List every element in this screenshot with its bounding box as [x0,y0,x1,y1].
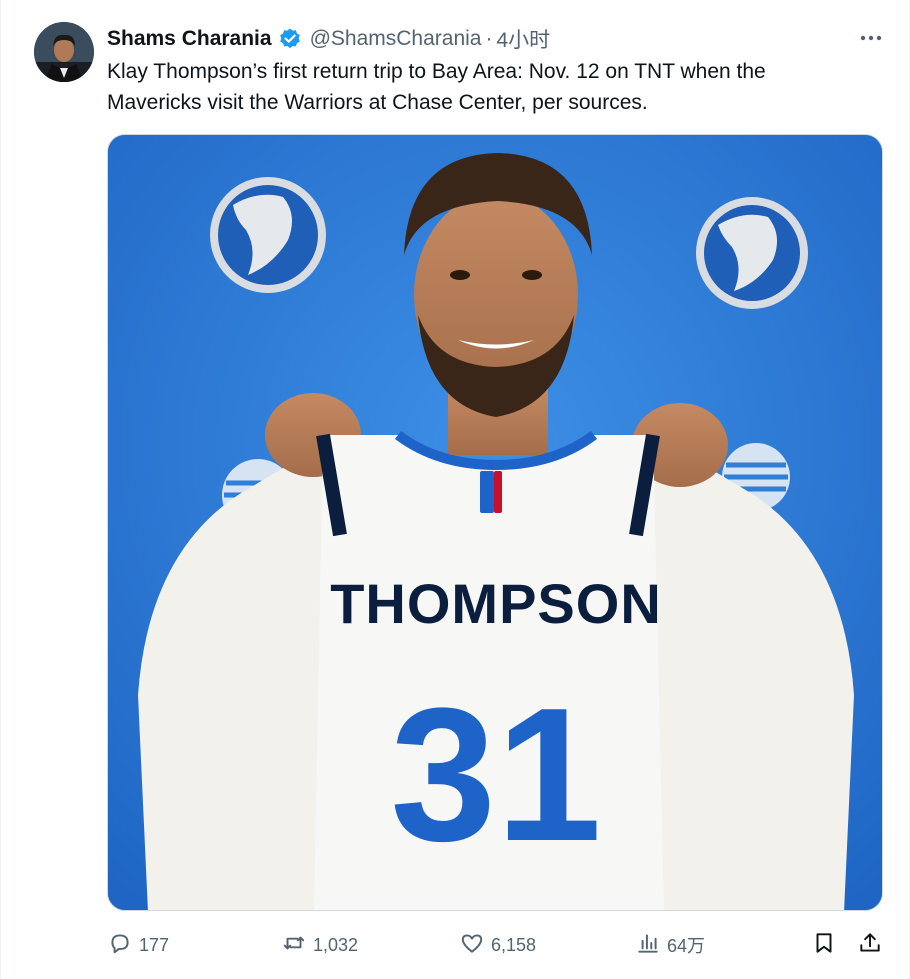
mavericks-logo-left [210,177,326,293]
author-name[interactable]: Shams Charania [107,27,272,51]
retweet-count: 1,032 [313,934,359,955]
reply-count: 177 [139,934,170,955]
bookmark-button[interactable] [811,924,837,966]
jersey-number: 31 [390,669,601,881]
retweet-button[interactable]: 1,032 [281,924,358,966]
like-count: 6,158 [491,934,537,955]
views-count: 64万 [667,936,706,956]
share-icon [857,930,883,961]
views-bars-icon [635,930,661,961]
retweet-icon [281,930,307,961]
jersey-name: THOMPSON [330,572,662,635]
header-separator: · [485,27,493,50]
tweet-photo[interactable]: THOMPSON 31 [107,134,883,911]
tweet-actions-bar: 177 1,032 6,158 64万 [107,924,887,966]
views-button[interactable]: 64万 [635,924,705,966]
share-button[interactable] [857,924,883,966]
more-dots-icon [859,29,883,47]
like-button[interactable]: 6,158 [459,924,536,966]
more-options-button[interactable] [855,24,887,52]
heart-icon [459,930,485,961]
mavericks-logo-right [696,197,808,309]
tweet-card[interactable]: Shams Charania @ShamsCharania · 4小时 Klay… [0,0,910,979]
avatar[interactable] [34,22,94,82]
tweet-text: Klay Thompson’s first return trip to Bay… [107,60,766,114]
author-handle[interactable]: @ShamsCharania [310,27,482,51]
reply-button[interactable]: 177 [107,924,169,966]
tweet-timestamp[interactable]: 4小时 [496,24,550,54]
reply-icon [107,930,133,961]
verified-badge-icon [278,27,302,51]
bookmark-icon [811,930,837,961]
tweet-header: Shams Charania @ShamsCharania · 4小时 [107,24,550,54]
